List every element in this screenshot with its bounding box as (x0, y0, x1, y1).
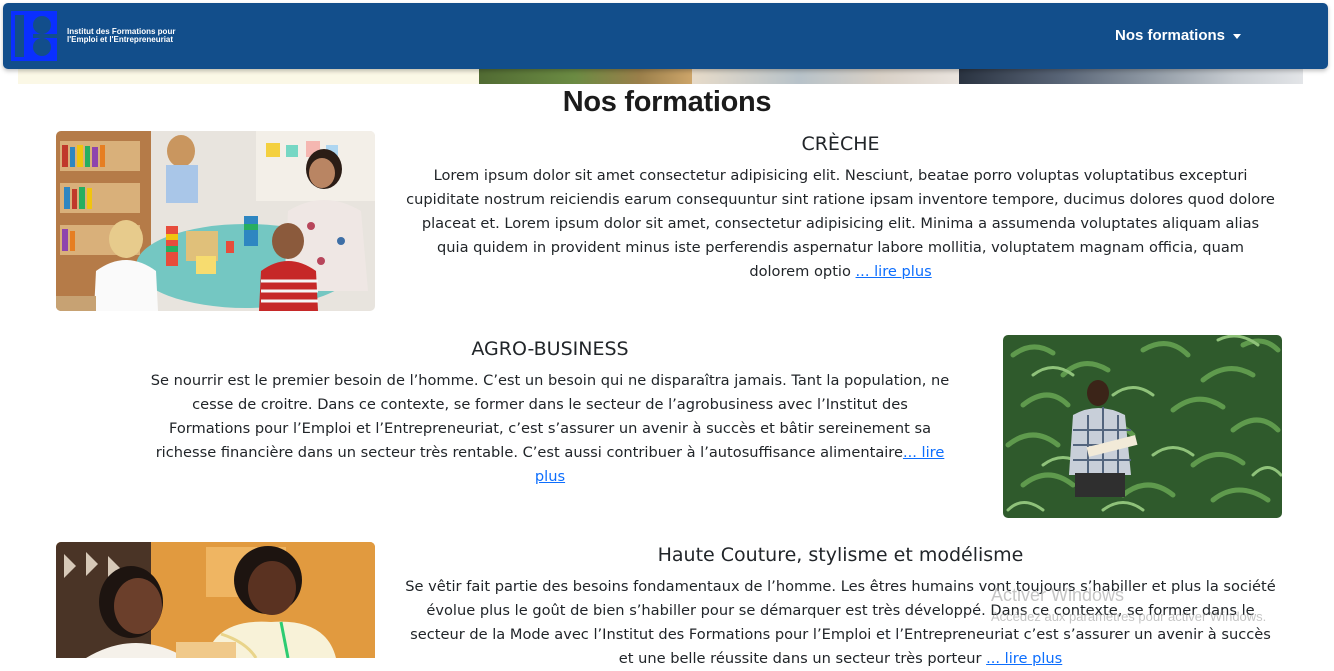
nos-formations-dropdown[interactable]: Nos formations (1115, 27, 1242, 44)
windows-activation-watermark-title: Activer Windows (991, 585, 1125, 605)
formation-description-agro-business-text: Se nourrir est le premier besoin de l’ho… (150, 372, 950, 461)
formation-description-agro-business: Se nourrir est le premier besoin de l’ho… (150, 369, 950, 489)
read-more-link-haute-couture[interactable]: ... lire plus (986, 650, 1062, 667)
formation-title-creche: CRÈCHE (801, 133, 880, 155)
hero-image-middle (692, 69, 959, 84)
institute-logo (11, 11, 57, 61)
navbar: Institut des Formations pour l'Emploi et… (3, 3, 1328, 69)
agro-business-photo (1003, 335, 1282, 518)
brand-name: Institut des Formations pour l'Emploi et… (67, 28, 227, 44)
hero-image-left (18, 69, 479, 84)
creche-photo (56, 131, 375, 311)
brand-logo-link[interactable]: Institut des Formations pour l'Emploi et… (11, 11, 227, 61)
formation-description-creche: Lorem ipsum dolor sit amet consectetur a… (405, 164, 1276, 284)
brand-line-2: l'Emploi et l'Entrepreneuriat (67, 35, 174, 44)
nos-formations-dropdown-label: Nos formations (1115, 27, 1226, 44)
caret-down-icon (1233, 33, 1242, 39)
hero-image-plants (479, 69, 692, 84)
hero-carousel-strip (18, 69, 1303, 84)
hero-image-right (959, 69, 1303, 84)
windows-activation-watermark-subtitle: Accédez aux paramètres pour activer Wind… (991, 609, 1267, 624)
haute-couture-photo (56, 542, 375, 658)
formation-title-haute-couture: Haute Couture, stylisme et modélisme (657, 544, 1024, 566)
read-more-link-creche[interactable]: ... lire plus (856, 263, 932, 280)
formation-description-creche-text: Lorem ipsum dolor sit amet consectetur a… (406, 167, 1275, 280)
formation-title-agro-business: AGRO-BUSINESS (471, 338, 629, 360)
page-title: Nos formations (562, 86, 772, 118)
